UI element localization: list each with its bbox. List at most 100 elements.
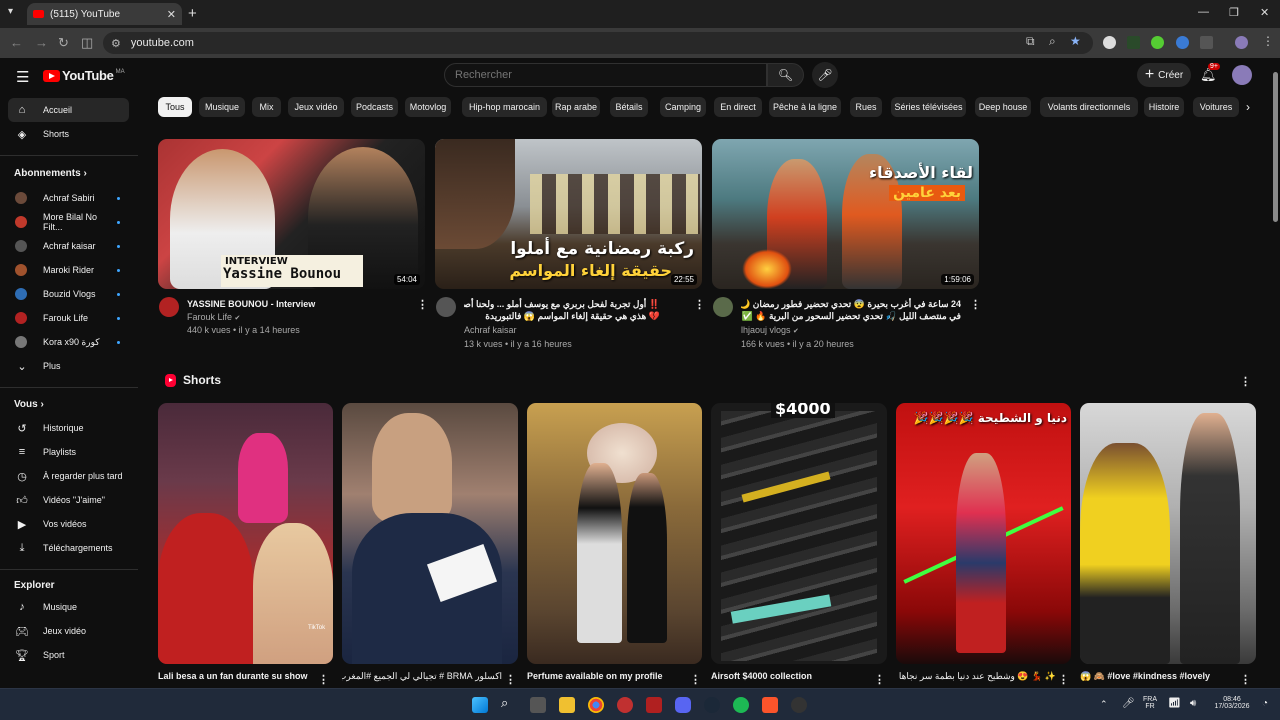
sidebar-item-subscription[interactable]: Maroki Rider (8, 258, 129, 282)
obs-icon[interactable] (791, 697, 807, 713)
search-icon[interactable]: ⌕ (501, 695, 517, 711)
acrobat-icon[interactable] (646, 697, 662, 713)
more-options-icon[interactable]: ⋮ (694, 298, 705, 311)
tab-search-icon[interactable]: ▾ (8, 6, 13, 17)
video-title[interactable]: YASSINE BOUNOU - Interview (187, 298, 407, 310)
search-button[interactable]: 🔍︎ (767, 63, 804, 87)
short-thumbnail[interactable] (1080, 403, 1256, 664)
windows-start-icon[interactable] (472, 697, 488, 713)
extension-2-icon[interactable] (1127, 36, 1140, 49)
video-channel[interactable]: Farouk Life ✔ (187, 312, 240, 322)
sidebar-item-gaming[interactable]: 🎮︎ Jeux vidéo (8, 619, 129, 643)
split-view-icon[interactable]: ◫ (81, 35, 93, 51)
sidebar-item-subscription[interactable]: More Bilal No Filt... (8, 210, 129, 234)
bookmark-star-icon[interactable]: ★ (1070, 34, 1081, 48)
url-field[interactable]: ⚙ youtube.com (103, 32, 1093, 54)
more-options-icon[interactable]: ⋮ (318, 673, 329, 686)
extension-4-icon[interactable] (1176, 36, 1189, 49)
chip-all[interactable]: Tous (158, 97, 192, 117)
chip-video-games[interactable]: Jeux vidéo (288, 97, 344, 117)
discord-icon[interactable] (675, 697, 691, 713)
chip-steering-wheels[interactable]: Volants directionnels (1040, 97, 1138, 117)
chip-rap-arabe[interactable]: Rap arabe (552, 97, 600, 117)
chip-cars[interactable]: Voitures (1193, 97, 1239, 117)
video-thumbnail[interactable]: ركبة رمضانية مع أملوا حقيقة إلغاء المواس… (435, 139, 702, 289)
sidebar-item-more[interactable]: ⌄ Plus (8, 354, 129, 378)
spotify-icon[interactable] (733, 697, 749, 713)
short-thumbnail[interactable]: TikTok (158, 403, 333, 664)
more-options-icon[interactable]: ⋮ (690, 673, 701, 686)
zoom-icon[interactable]: ⌕ (1049, 34, 1056, 49)
extension-1-icon[interactable] (1103, 36, 1116, 49)
chip-music[interactable]: Musique (199, 97, 245, 117)
shorts-more-options-icon[interactable]: ⋮ (1240, 375, 1251, 388)
sidebar-item-home[interactable]: ⌂ Accueil (8, 98, 129, 122)
more-options-icon[interactable]: ⋮ (417, 298, 428, 311)
chip-podcasts[interactable]: Podcasts (351, 97, 398, 117)
short-thumbnail[interactable]: دنيا و الشطيحة 🎉🎉🎉🎉 (896, 403, 1071, 664)
more-options-icon[interactable]: ⋮ (970, 298, 981, 311)
more-options-icon[interactable]: ⋮ (874, 673, 885, 686)
tab-close-icon[interactable]: ✕ (167, 8, 176, 21)
short-title[interactable]: ✨ 💃 😍 وشطيح عند دنيا بطمة سر نجاها (896, 671, 1056, 682)
sidebar-item-watch-later[interactable]: ◷ À regarder plus tard (8, 464, 129, 488)
search-input[interactable] (455, 69, 766, 81)
reload-icon[interactable]: ↻ (58, 35, 69, 51)
video-title[interactable]: 24 ساعة في أغرب بحيرة 😨 تحدي تحضير فطور … (741, 298, 961, 322)
you-heading[interactable]: Vous › (14, 399, 44, 410)
more-options-icon[interactable]: ⋮ (1058, 673, 1069, 686)
more-options-icon[interactable]: ⋮ (505, 673, 516, 686)
browser-menu-icon[interactable]: ⋮ (1262, 34, 1274, 48)
chip-mix[interactable]: Mix (252, 97, 281, 117)
short-title[interactable]: اكسلور BRMA # تجيالي لي الجميع #المغرب (342, 671, 502, 682)
sidebar-item-subscription[interactable]: Farouk Life (8, 306, 129, 330)
chip-streets[interactable]: Rues (850, 97, 882, 117)
window-close-icon[interactable]: ✕ (1260, 6, 1269, 19)
tray-mic-icon[interactable]: 🎤︎ (1122, 698, 1135, 709)
language-indicator[interactable]: FRA FR (1143, 696, 1157, 710)
account-avatar[interactable] (1232, 65, 1252, 85)
sidebar-item-subscription[interactable]: Bouzid Vlogs (8, 282, 129, 306)
cast-icon[interactable]: ⧉ (1026, 34, 1035, 49)
subscriptions-heading[interactable]: Abonnements › (14, 168, 87, 179)
menu-icon[interactable]: ☰ (16, 68, 29, 86)
video-channel[interactable]: Achraf kaisar (464, 325, 517, 335)
youtube-logo[interactable]: YouTube MA (43, 68, 125, 83)
video-channel[interactable]: lhjaouj vlogs ✔ (741, 325, 799, 335)
create-button[interactable]: + Créer (1137, 63, 1191, 87)
sidebar-item-subscription[interactable]: Kora x90 كورة (8, 330, 129, 354)
extension-3-icon[interactable] (1151, 36, 1164, 49)
page-scrollbar-thumb[interactable] (1273, 72, 1278, 222)
sidebar-item-shorts[interactable]: ◈ Shorts (8, 122, 129, 146)
short-title[interactable]: 😱 🙈 #love #kindness #lovely (1080, 671, 1240, 682)
minimize-icon[interactable]: — (1198, 6, 1209, 18)
sidebar-item-music[interactable]: ♪ Musique (8, 595, 129, 619)
extensions-puzzle-icon[interactable] (1200, 36, 1213, 49)
chip-motovlog[interactable]: Motovlog (405, 97, 451, 117)
volume-icon[interactable]: 🔊︎ (1190, 698, 1196, 709)
tray-chevron-up-icon[interactable]: ⌃ (1100, 699, 1108, 710)
sidebar-item-downloads[interactable]: ⤓ Téléchargements (8, 536, 129, 560)
chip-hiphop-marocain[interactable]: Hip-hop marocain (462, 97, 547, 117)
channel-avatar[interactable] (713, 297, 733, 317)
chrome-icon[interactable] (588, 697, 604, 713)
chip-deep-house[interactable]: Deep house (975, 97, 1031, 117)
chip-live[interactable]: En direct (714, 97, 762, 117)
brave-icon[interactable] (762, 697, 778, 713)
wifi-icon[interactable]: 📶︎ (1168, 698, 1181, 709)
sidebar-item-playlists[interactable]: ≡ Playlists (8, 440, 129, 464)
sidebar-item-liked-videos[interactable]: 👍︎ Vidéos "J'aime" (8, 488, 129, 512)
sidebar-item-subscription[interactable]: Achraf kaisar (8, 234, 129, 258)
channel-avatar[interactable] (436, 297, 456, 317)
profile-avatar[interactable] (1235, 36, 1248, 49)
browser-tab-youtube[interactable]: (5115) YouTube ✕ (27, 3, 182, 25)
video-thumbnail[interactable]: لقاء الأصدقاء بعد عامين 1:59:06 (712, 139, 979, 289)
new-tab-button[interactable]: + (188, 5, 197, 22)
forward-icon[interactable]: → (35, 35, 48, 50)
chip-camping[interactable]: Camping (660, 97, 706, 117)
sidebar-item-history[interactable]: ↺ Historique (8, 416, 129, 440)
voice-search-button[interactable]: 🎤︎ (812, 62, 838, 88)
video-thumbnail[interactable]: INTERVIEW Yassine Bounou 54:04 (158, 139, 425, 289)
short-thumbnail[interactable] (342, 403, 518, 664)
more-options-icon[interactable]: ⋮ (1240, 673, 1251, 686)
